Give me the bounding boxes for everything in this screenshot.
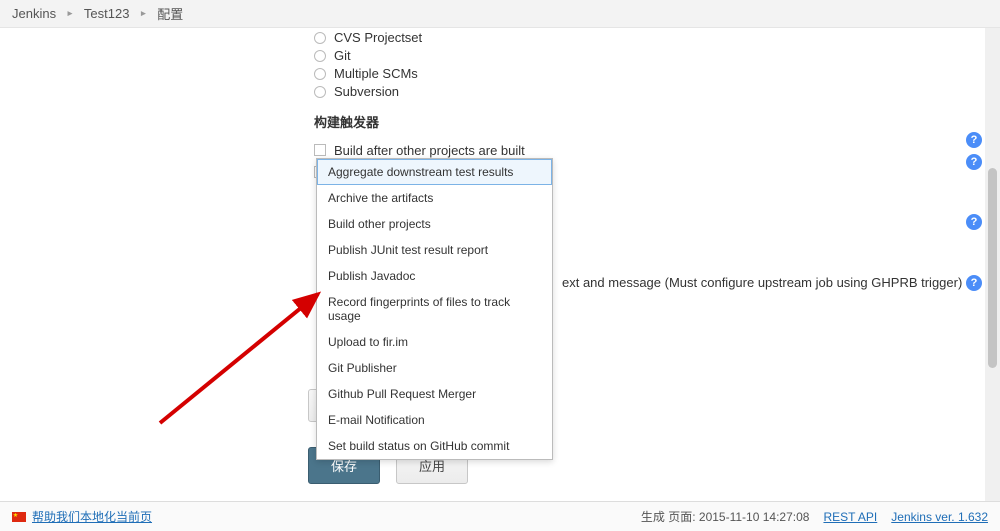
scm-options: CVS Projectset Git Multiple SCMs Subvers…: [314, 29, 982, 100]
breadcrumb-item-configure[interactable]: 配置: [157, 4, 183, 23]
scrollbar[interactable]: [985, 28, 1000, 501]
breadcrumb-separator: ▸: [139, 6, 147, 21]
localization-link[interactable]: 帮助我们本地化当前页: [32, 508, 152, 525]
dropdown-item-publish-junit[interactable]: Publish JUnit test result report: [317, 237, 552, 263]
dropdown-item-aggregate-test-results[interactable]: Aggregate downstream test results: [317, 159, 552, 185]
main-content: CVS Projectset Git Multiple SCMs Subvers…: [0, 28, 1000, 501]
scrollbar-thumb[interactable]: [988, 168, 997, 368]
radio-label: Subversion: [334, 84, 399, 99]
breadcrumb: Jenkins ▸ Test123 ▸ 配置: [0, 0, 1000, 28]
radio-label: Git: [334, 48, 351, 63]
jenkins-version-link[interactable]: Jenkins ver. 1.632: [891, 510, 988, 524]
dropdown-item-publish-javadoc[interactable]: Publish Javadoc: [317, 263, 552, 289]
dropdown-item-github-pr-merger[interactable]: Github Pull Request Merger: [317, 381, 552, 407]
trigger-label: Build after other projects are built: [334, 143, 525, 158]
dropdown-item-build-other-projects[interactable]: Build other projects: [317, 211, 552, 237]
dropdown-item-git-publisher[interactable]: Git Publisher: [317, 355, 552, 381]
scm-option-multiple-scms[interactable]: Multiple SCMs: [314, 65, 982, 82]
footer: 帮助我们本地化当前页 生成 页面: 2015-11-10 14:27:08 RE…: [0, 501, 1000, 531]
help-icon[interactable]: ?: [966, 214, 982, 230]
scm-option-subversion[interactable]: Subversion: [314, 83, 982, 100]
help-icon[interactable]: ?: [966, 132, 982, 148]
rest-api-link[interactable]: REST API: [823, 510, 877, 524]
page-generated-label: 生成 页面: 2015-11-10 14:27:08: [641, 508, 810, 525]
post-build-dropdown: Aggregate downstream test results Archiv…: [316, 158, 553, 460]
dropdown-item-email-notification[interactable]: E-mail Notification: [317, 407, 552, 433]
section-build-triggers: 构建触发器: [314, 112, 982, 131]
radio-icon: [314, 32, 326, 44]
radio-icon: [314, 68, 326, 80]
dropdown-item-upload-to-firim[interactable]: Upload to fir.im: [317, 329, 552, 355]
radio-icon: [314, 50, 326, 62]
radio-icon: [314, 86, 326, 98]
scm-option-git[interactable]: Git: [314, 47, 982, 64]
dropdown-item-archive-artifacts[interactable]: Archive the artifacts: [317, 185, 552, 211]
help-icon[interactable]: ?: [966, 275, 982, 291]
dropdown-item-record-fingerprints[interactable]: Record fingerprints of files to track us…: [317, 289, 552, 329]
annotation-arrow: [10, 168, 360, 428]
scm-option-cvs-projectset[interactable]: CVS Projectset: [314, 29, 982, 46]
radio-label: CVS Projectset: [334, 30, 422, 45]
breadcrumb-item-jenkins[interactable]: Jenkins: [12, 6, 56, 21]
help-icon[interactable]: ?: [966, 154, 982, 170]
flag-icon: [12, 512, 26, 522]
breadcrumb-separator: ▸: [66, 6, 74, 21]
checkbox-icon: [314, 144, 326, 156]
breadcrumb-item-job[interactable]: Test123: [84, 6, 130, 21]
dropdown-item-set-github-status[interactable]: Set build status on GitHub commit: [317, 433, 552, 459]
radio-label: Multiple SCMs: [334, 66, 418, 81]
